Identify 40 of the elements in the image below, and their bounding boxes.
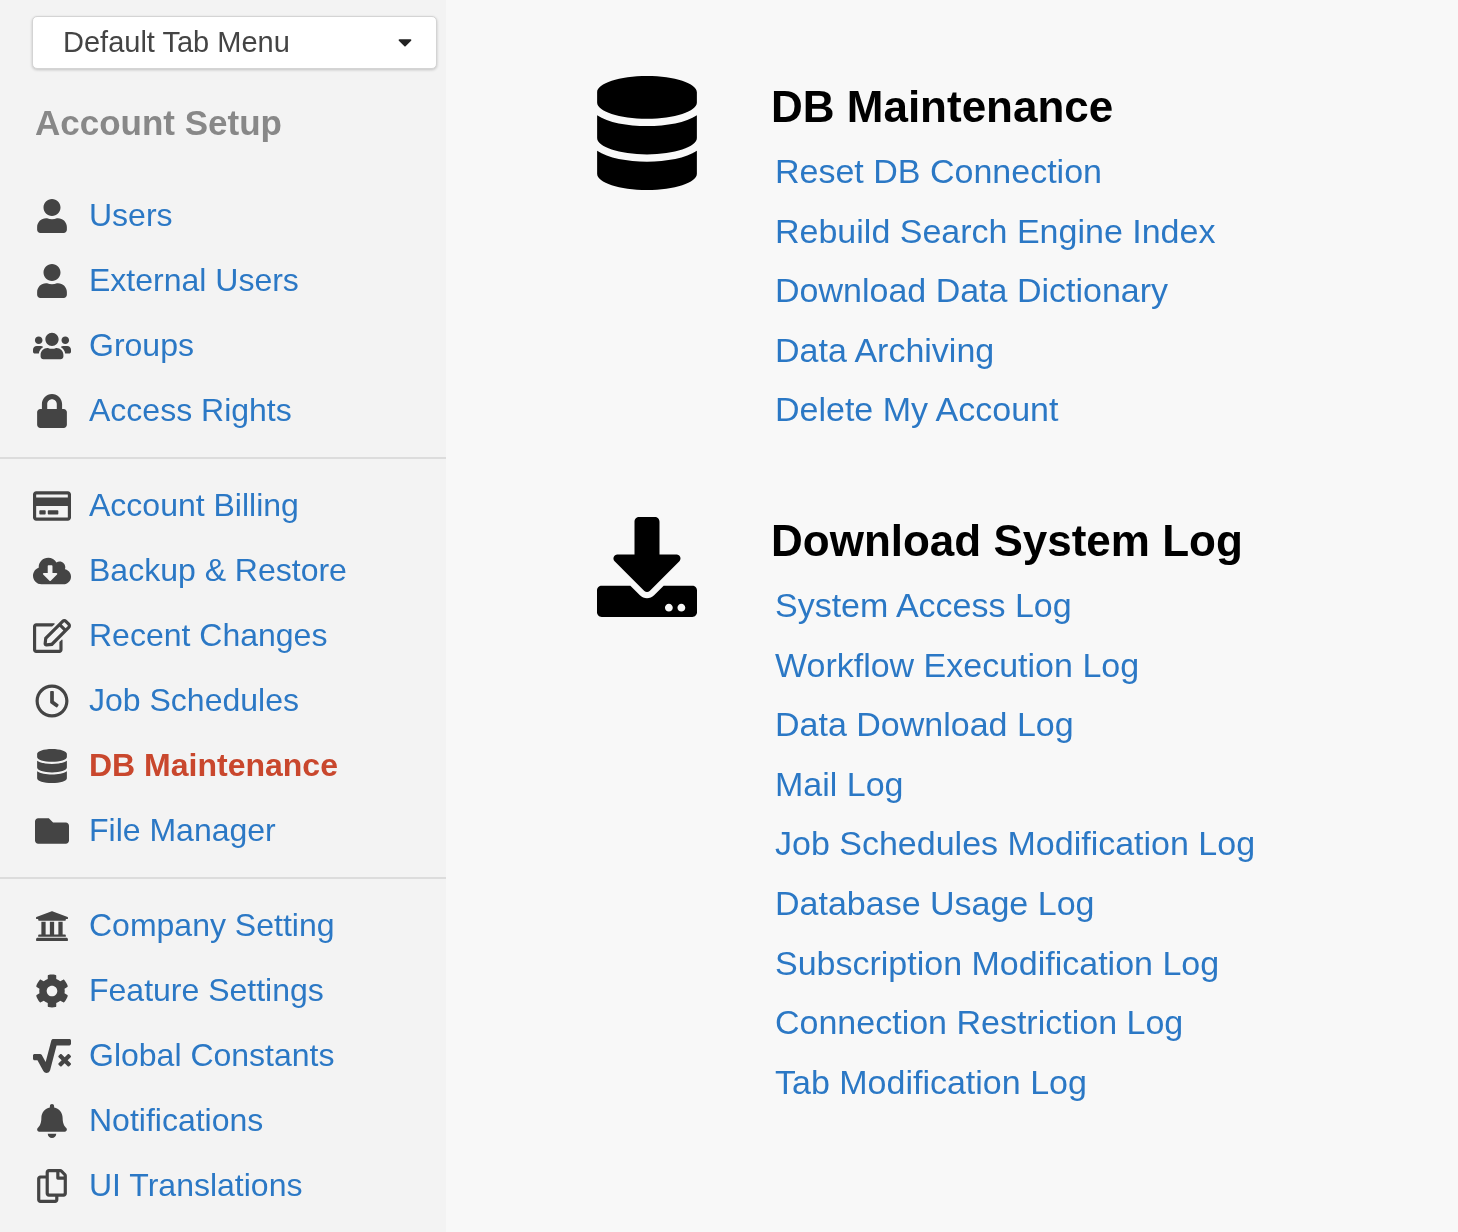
action-link[interactable]: Subscription Modification Log (771, 933, 1256, 994)
section-heading: DB Maintenance (771, 81, 1115, 133)
action-link[interactable]: Data Download Log (771, 695, 1256, 755)
section-heading: Download System Log (771, 514, 1244, 567)
sidebar-item[interactable]: Backup & Restore (0, 538, 446, 603)
sidebar-item[interactable]: Account Billing (0, 473, 446, 538)
clock-icon (33, 683, 71, 718)
sidebar-item[interactable]: Job Schedules (0, 668, 446, 733)
sidebar-item[interactable]: Notifications (0, 1088, 446, 1153)
action-link[interactable]: Download Data Dictionary (771, 261, 1216, 321)
sidebar-title: Account Setup (35, 102, 283, 144)
action-link[interactable]: Tab Modification Log (771, 1052, 1256, 1113)
tab-menu-dropdown[interactable]: Default Tab Menu (32, 16, 437, 69)
sidebar-item[interactable]: Global Constants (0, 1023, 446, 1088)
sidebar-item[interactable]: Recent Changes (0, 603, 446, 668)
sidebar-item[interactable]: DB Maintenance (0, 733, 446, 798)
action-link[interactable]: Job Schedules Modification Log (771, 814, 1256, 874)
database-icon (597, 76, 697, 190)
action-link[interactable]: Mail Log (771, 754, 1256, 815)
square-root-icon (33, 1038, 71, 1073)
action-link[interactable]: System Access Log (771, 575, 1256, 636)
action-link[interactable]: Rebuild Search Engine Index (771, 201, 1216, 262)
settings-icon (33, 973, 71, 1008)
action-link[interactable]: Reset DB Connection (771, 142, 1216, 202)
action-link[interactable]: Database Usage Log (771, 873, 1256, 934)
action-link[interactable]: Data Archiving (771, 320, 1216, 381)
sidebar-item[interactable]: Company Setting (0, 893, 446, 958)
bank-building-icon (33, 908, 71, 943)
edit-icon (33, 618, 71, 653)
sidebar-item[interactable]: Feature Settings (0, 958, 446, 1023)
sidebar-item[interactable]: External Users (0, 248, 446, 313)
sidebar-item[interactable]: Users (0, 183, 446, 248)
sidebar-item[interactable]: File Manager (0, 798, 446, 863)
action-link[interactable]: Connection Restriction Log (771, 993, 1256, 1053)
action-link[interactable]: Workflow Execution Log (771, 635, 1256, 696)
sidebar-item[interactable]: Access Rights (0, 378, 446, 443)
action-link[interactable]: Delete My Account (771, 380, 1216, 440)
sidebar-item[interactable]: UI Translations (0, 1153, 446, 1218)
sidebar-item[interactable]: Groups (0, 313, 446, 378)
credit-card-icon (33, 488, 71, 523)
